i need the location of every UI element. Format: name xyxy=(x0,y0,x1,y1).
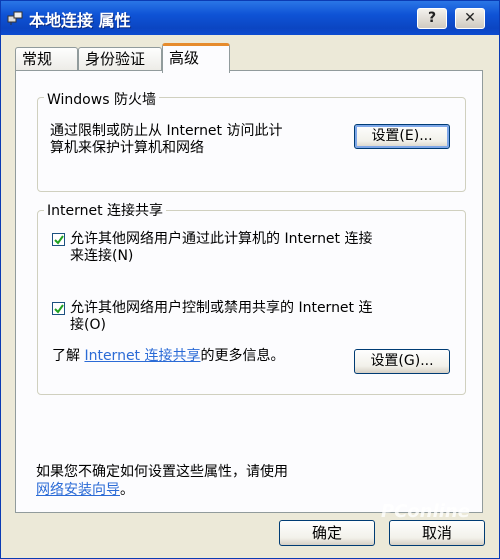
watermark-logo: PConline xyxy=(381,501,470,522)
firewall-settings-button[interactable]: 设置(E)... xyxy=(354,124,450,149)
tab-general[interactable]: 常规 xyxy=(15,47,78,71)
ics-help-link[interactable]: Internet 连接共享 xyxy=(84,348,200,364)
ics-settings-button[interactable]: 设置(G)... xyxy=(354,349,450,374)
allow-connect-label-line1[interactable]: 允许其他网络用户通过此计算机的 Internet 连接 xyxy=(70,231,373,248)
allow-control-checkbox[interactable] xyxy=(52,302,65,315)
title-bar[interactable]: 本地连接 属性 ? ✕ xyxy=(1,1,499,35)
tab-authentication[interactable]: 身份验证 xyxy=(78,47,162,71)
learn-more-text: 了解 Internet 连接共享的更多信息。 xyxy=(52,348,285,365)
learn-more-prefix: 了解 xyxy=(52,348,80,364)
ok-button[interactable]: 确定 xyxy=(279,520,375,546)
window-title: 本地连接 属性 xyxy=(29,11,131,30)
close-icon: ✕ xyxy=(464,10,476,26)
checkmark-icon xyxy=(54,235,64,245)
firewall-description-line2: 算机来保护计算机和网络 xyxy=(50,140,204,156)
learn-more-suffix: 的更多信息。 xyxy=(200,348,285,364)
close-button[interactable]: ✕ xyxy=(455,8,485,29)
allow-connect-label-line2[interactable]: 来连接(N) xyxy=(70,248,133,265)
footer-text: 如果您不确定如何设置这些属性，请使用 xyxy=(36,464,288,480)
network-setup-wizard-link[interactable]: 网络安装向导 xyxy=(36,482,120,498)
firewall-description-line1: 通过限制或防止从 Internet 访问此计 xyxy=(50,123,283,139)
network-connection-icon xyxy=(7,10,23,26)
properties-dialog: 本地连接 属性 ? ✕ 常规 身份验证 高级 Windows 防火墙 通过限制或… xyxy=(0,0,500,559)
tab-advanced[interactable]: 高级 xyxy=(162,43,230,73)
tab-panel-advanced: Windows 防火墙 通过限制或防止从 Internet 访问此计 算机来保护… xyxy=(15,70,483,513)
ics-group-label: Internet 连接共享 xyxy=(44,200,167,220)
wizard-line: 网络安装向导。 xyxy=(36,482,134,499)
firewall-group-label: Windows 防火墙 xyxy=(44,89,159,109)
allow-control-label-line1[interactable]: 允许其他网络用户控制或禁用共享的 Internet 连 xyxy=(70,300,373,317)
allow-control-label-line2[interactable]: 接(O) xyxy=(70,317,106,334)
help-button[interactable]: ? xyxy=(417,8,447,29)
wizard-suffix: 。 xyxy=(120,482,134,498)
checkmark-icon xyxy=(54,304,64,314)
allow-connect-checkbox[interactable] xyxy=(52,233,65,246)
